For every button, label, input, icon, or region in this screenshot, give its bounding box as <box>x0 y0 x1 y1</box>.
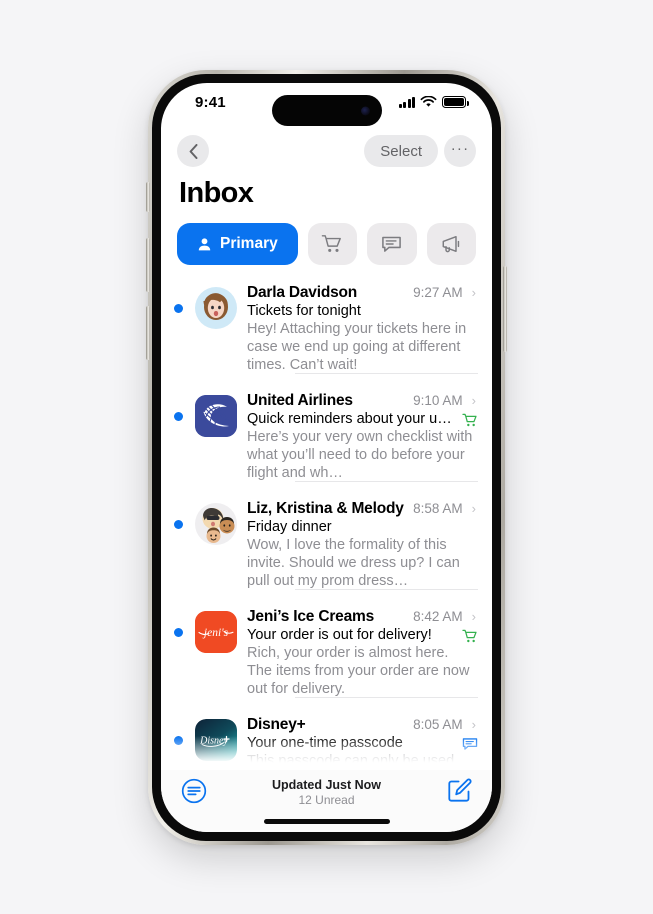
dynamic-island <box>271 95 382 126</box>
sync-status-title: Updated Just Now <box>271 778 382 792</box>
subject: Friday dinner <box>247 519 332 535</box>
sync-status: Updated Just Now 12 Unread <box>161 778 492 807</box>
megaphone-icon <box>442 236 460 253</box>
device-screen: 9:41 Select ··· Inbox Primary Darla Davi… <box>161 83 492 832</box>
mail-list[interactable]: Darla Davidson 9:27 AM › Tickets for ton… <box>161 275 492 770</box>
iphone-device: 9:41 Select ··· Inbox Primary Darla Davi… <box>146 70 507 845</box>
front-camera-icon <box>360 106 370 115</box>
list-item[interactable]: Liz, Kristina & Melody 8:58 AM › Friday … <box>161 491 492 599</box>
unread-indicator <box>161 392 195 482</box>
divider <box>295 481 478 482</box>
logo-disney-plus-icon: Disney <box>195 719 237 761</box>
divider <box>295 373 478 374</box>
back-button[interactable] <box>177 135 209 167</box>
unread-indicator <box>161 500 195 590</box>
sender-name: Liz, Kristina & Melody <box>247 500 404 517</box>
sender-name: Disney+ <box>247 716 306 733</box>
timestamp: 8:58 AM <box>413 501 463 516</box>
preview-text: Hey! Attaching your tickets here in case… <box>247 321 467 373</box>
subject: Tickets for tonight <box>247 303 361 319</box>
tab-updates[interactable] <box>367 223 417 265</box>
divider <box>295 589 478 590</box>
sender-name: Jeni’s Ice Creams <box>247 608 374 625</box>
chevron-right-icon: › <box>471 285 476 300</box>
memoji-group-icon <box>202 508 235 543</box>
cart-icon <box>462 629 477 643</box>
select-button[interactable]: Select <box>364 135 438 167</box>
avatar: Disney <box>195 719 237 761</box>
unread-indicator <box>161 716 195 770</box>
avatar <box>195 503 237 545</box>
cart-icon <box>322 235 342 252</box>
compose-icon <box>448 778 472 802</box>
tab-primary[interactable]: Primary <box>177 223 298 265</box>
avatar: jeni's <box>195 611 237 653</box>
avatar <box>195 395 237 437</box>
tab-primary-label: Primary <box>220 235 278 252</box>
page-title: Inbox <box>179 177 254 209</box>
preview-text: Rich, your order is almost here. The ite… <box>247 645 470 697</box>
list-item[interactable]: Darla Davidson 9:27 AM › Tickets for ton… <box>161 275 492 383</box>
chevron-right-icon: › <box>471 501 476 516</box>
subject: Your one-time passcode <box>247 735 403 751</box>
list-item[interactable]: United Airlines 9:10 AM › Quick reminder… <box>161 383 492 491</box>
person-icon <box>198 237 211 250</box>
message-icon <box>382 236 402 252</box>
power-button[interactable] <box>503 266 507 352</box>
status-clock: 9:41 <box>195 94 226 111</box>
bottom-toolbar: Updated Just Now 12 Unread <box>161 770 492 832</box>
volume-down-button[interactable] <box>146 306 150 360</box>
svg-text:jeni's: jeni's <box>202 627 229 639</box>
tab-transactions[interactable] <box>307 223 358 265</box>
tab-promotions[interactable] <box>426 223 476 265</box>
list-item[interactable]: jeni's Jeni’s Ice Creams 8:42 AM › Your … <box>161 599 492 707</box>
unread-indicator <box>161 284 195 374</box>
logo-jenis-icon: jeni's <box>195 611 237 653</box>
sender-name: Darla Davidson <box>247 284 358 301</box>
divider <box>295 697 478 698</box>
chevron-left-icon <box>189 143 197 159</box>
chevron-right-icon: › <box>471 609 476 624</box>
home-indicator[interactable] <box>263 819 390 824</box>
preview-text: This passcode can only be used once and … <box>247 753 455 769</box>
compose-button[interactable] <box>446 778 472 809</box>
preview-text: Wow, I love the formality of this invite… <box>247 537 460 589</box>
navigation-bar: Select ··· <box>161 129 492 175</box>
cart-icon <box>462 413 477 427</box>
device-bezel: 9:41 Select ··· Inbox Primary Darla Davi… <box>152 74 501 841</box>
unread-indicator <box>161 608 195 698</box>
memoji-darla-icon <box>203 293 228 320</box>
logo-united-airlines-icon <box>195 395 237 437</box>
message-icon <box>462 738 478 750</box>
more-options-button[interactable]: ··· <box>444 135 476 167</box>
timestamp: 9:27 AM <box>413 285 463 300</box>
battery-full-icon <box>442 96 469 108</box>
subject: Quick reminders about your upcoming… <box>247 411 476 427</box>
signal-bars-icon <box>398 96 415 108</box>
timestamp: 8:05 AM <box>413 717 463 732</box>
status-bar: 9:41 <box>161 83 492 129</box>
subject: Your order is out for delivery! <box>247 627 432 643</box>
timestamp: 9:10 AM <box>413 393 463 408</box>
chevron-right-icon: › <box>471 393 476 408</box>
preview-text: Here’s your very own checklist with what… <box>247 429 473 481</box>
volume-up-button[interactable] <box>146 238 150 292</box>
timestamp: 8:42 AM <box>413 609 463 624</box>
sender-name: United Airlines <box>247 392 353 409</box>
filter-tabs: Primary <box>177 223 476 265</box>
ellipsis-icon: ··· <box>450 140 470 157</box>
wifi-icon <box>420 96 437 107</box>
list-item[interactable]: Disney Disney+ 8:05 AM › Your one-time p… <box>161 707 492 770</box>
unread-count: 12 Unread <box>298 793 355 807</box>
chevron-right-icon: › <box>471 717 476 732</box>
status-indicators <box>398 96 469 108</box>
action-button[interactable] <box>146 182 150 212</box>
avatar <box>195 287 237 329</box>
